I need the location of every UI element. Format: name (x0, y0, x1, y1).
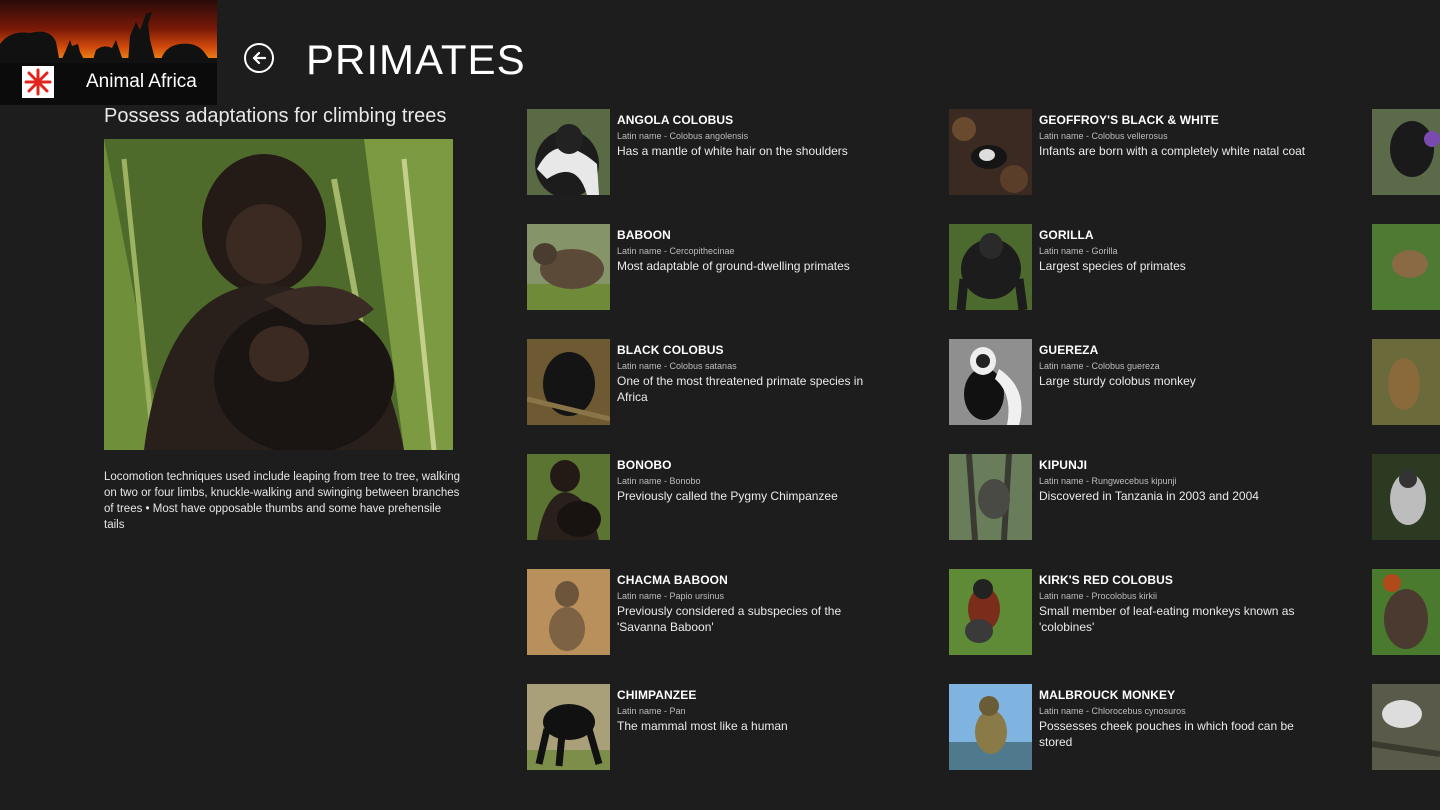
item-latin-name: Latin name - Cercopithecinae (617, 246, 735, 256)
thumbnail-bonobo (527, 454, 610, 540)
list-item-malbrouck-monkey[interactable]: MALBROUCK MONKEY Latin name - Chlorocebu… (949, 684, 1309, 770)
item-description: Discovered in Tanzania in 2003 and 2004 (1039, 489, 1259, 503)
thumbnail-angola-colobus (527, 109, 610, 195)
feature-heading: Possess adaptations for climbing trees (104, 105, 447, 127)
list-item-chacma-baboon[interactable]: CHACMA BABOON Latin name - Papio ursinus… (527, 569, 887, 655)
thumbnail-geoffroys-black-white (949, 109, 1032, 195)
item-latin-name: Latin name - Papio ursinus (617, 591, 725, 601)
item-latin-name: Latin name - Colobus guereza (1039, 361, 1160, 371)
list-item-geoffroys-black-white[interactable]: GEOFFROY'S BLACK & WHITE Latin name - Co… (949, 109, 1309, 195)
list-item-baboon[interactable]: BABOON Latin name - Cercopithecinae Most… (527, 224, 887, 310)
partial-thumbnail[interactable] (1372, 569, 1440, 655)
item-description: Most adaptable of ground-dwelling primat… (617, 259, 850, 273)
thumbnail-chimpanzee (527, 684, 610, 770)
thumbnail-kirks-red-colobus (949, 569, 1032, 655)
thumbnail-chacma-baboon (527, 569, 610, 655)
animal-silhouette-icon (0, 12, 217, 63)
list-item-angola-colobus[interactable]: ANGOLA COLOBUS Latin name - Colobus ango… (527, 109, 887, 195)
list-item-chimpanzee[interactable]: CHIMPANZEE Latin name - Pan The mammal m… (527, 684, 887, 770)
thumbnail-baboon (527, 224, 610, 310)
thumbnail-guereza (949, 339, 1032, 425)
item-latin-name: Latin name - Colobus vellerosus (1039, 131, 1168, 141)
item-name: BONOBO (617, 458, 672, 472)
thumbnail-black-colobus (527, 339, 610, 425)
item-name: GUEREZA (1039, 343, 1099, 357)
item-latin-name: Latin name - Rungwecebus kipunji (1039, 476, 1177, 486)
item-name: CHACMA BABOON (617, 573, 728, 587)
partial-thumbnail[interactable] (1372, 109, 1440, 195)
item-latin-name: Latin name - Colobus angolensis (617, 131, 749, 141)
list-item-bonobo[interactable]: BONOBO Latin name - Bonobo Previously ca… (527, 454, 887, 540)
item-description: Small member of leaf-eating monkeys know… (1039, 604, 1295, 634)
list-item-gorilla[interactable]: GORILLA Latin name - Gorilla Largest spe… (949, 224, 1309, 310)
item-description: One of the most threatened primate speci… (617, 374, 864, 404)
item-name: KIPUNJI (1039, 458, 1088, 472)
item-name: MALBROUCK MONKEY (1039, 688, 1176, 702)
item-name: GEOFFROY'S BLACK & WHITE (1039, 113, 1219, 127)
item-description: The mammal most like a human (617, 719, 788, 733)
item-name: CHIMPANZEE (617, 688, 697, 702)
partial-thumbnail[interactable] (1372, 339, 1440, 425)
item-name: BABOON (617, 228, 671, 242)
app-logo: Animal Africa (0, 0, 217, 105)
item-name: KIRK'S RED COLOBUS (1039, 573, 1173, 587)
feature-description: Locomotion techniques used include leapi… (104, 471, 461, 531)
item-description: Large sturdy colobus monkey (1039, 374, 1196, 388)
partial-thumbnail[interactable] (1372, 684, 1440, 770)
item-name: BLACK COLOBUS (617, 343, 724, 357)
item-description: Possesses cheek pouches in which food ca… (1039, 719, 1294, 749)
partial-thumbnail[interactable] (1372, 224, 1440, 310)
back-arrow-icon (252, 51, 267, 65)
item-latin-name: Latin name - Pan (617, 706, 686, 716)
item-description: Has a mantle of white hair on the should… (617, 144, 848, 158)
page-title: PRIMATES (306, 36, 526, 83)
list-item-kirks-red-colobus[interactable]: KIRK'S RED COLOBUS Latin name - Procolob… (949, 569, 1309, 655)
partial-thumbnail[interactable] (1372, 454, 1440, 540)
item-latin-name: Latin name - Gorilla (1039, 246, 1118, 256)
item-description: Previously considered a subspecies of th… (617, 604, 842, 634)
list-item-kipunji[interactable]: KIPUNJI Latin name - Rungwecebus kipunji… (949, 454, 1309, 540)
item-latin-name: Latin name - Colobus satanas (617, 361, 737, 371)
app-emblem-icon (22, 66, 54, 98)
thumbnail-malbrouck-monkey (949, 684, 1032, 770)
item-description: Infants are born with a completely white… (1039, 144, 1306, 158)
item-description: Largest species of primates (1039, 259, 1186, 273)
item-name: ANGOLA COLOBUS (617, 113, 734, 127)
item-latin-name: Latin name - Procolobus kirkii (1039, 591, 1158, 601)
item-name: GORILLA (1039, 228, 1094, 242)
item-latin-name: Latin name - Chlorocebus cynosuros (1039, 706, 1186, 716)
list-item-guereza[interactable]: GUEREZA Latin name - Colobus guereza Lar… (949, 339, 1309, 425)
app-name: Animal Africa (86, 71, 197, 92)
thumbnail-kipunji (949, 454, 1032, 540)
feature-image-bonobo (104, 139, 453, 450)
back-button[interactable] (244, 43, 274, 73)
thumbnail-gorilla (949, 224, 1032, 310)
item-latin-name: Latin name - Bonobo (617, 476, 701, 486)
list-item-black-colobus[interactable]: BLACK COLOBUS Latin name - Colobus satan… (527, 339, 887, 425)
item-description: Previously called the Pygmy Chimpanzee (617, 489, 838, 503)
